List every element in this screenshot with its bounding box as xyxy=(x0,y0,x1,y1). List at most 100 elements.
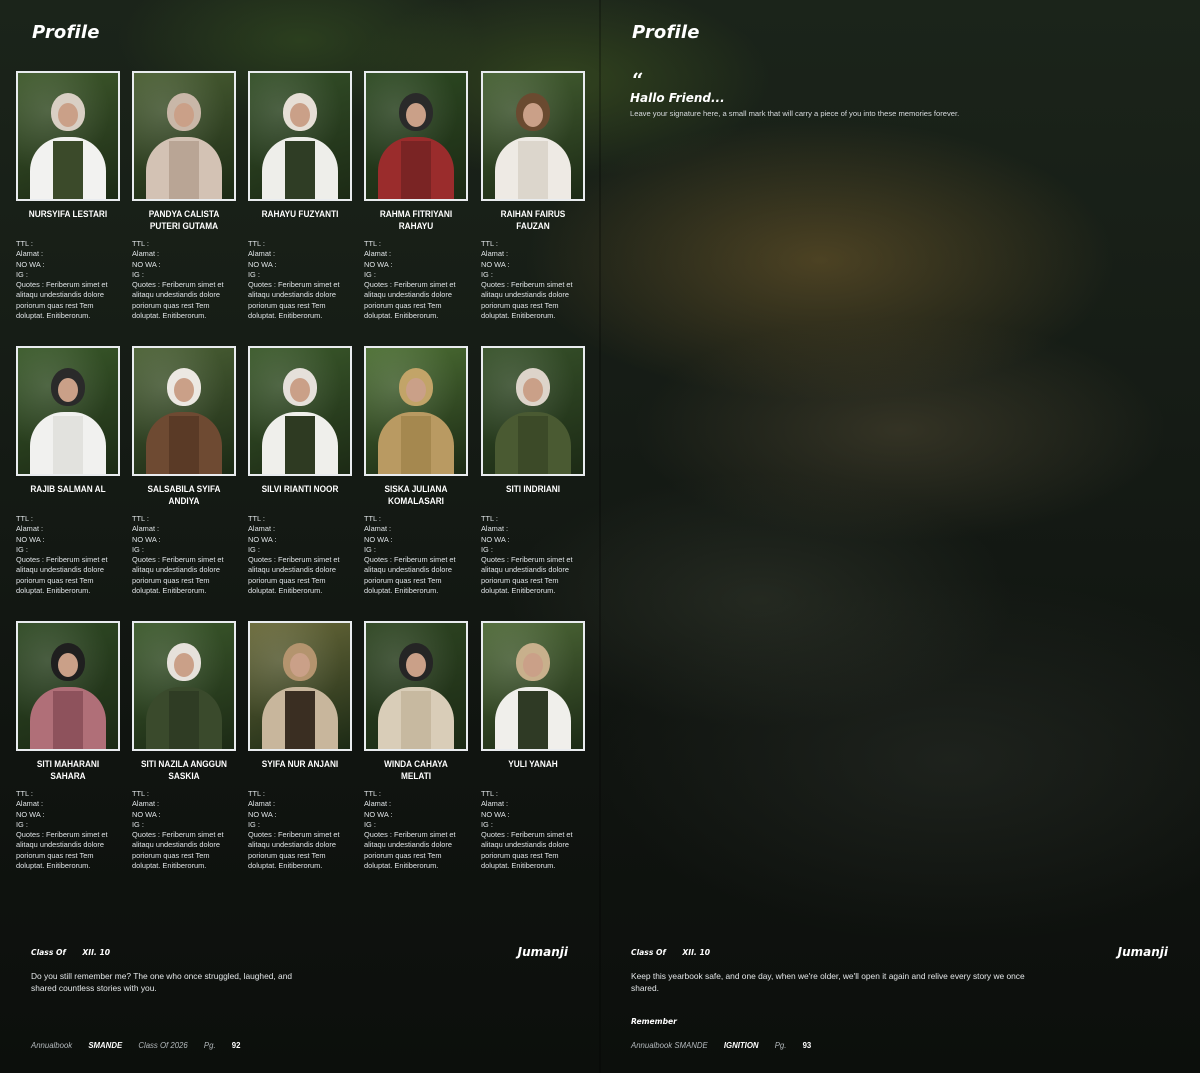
profile-photo xyxy=(132,71,236,201)
photo-figure-vest xyxy=(169,141,199,199)
field-no-wa: NO WA : xyxy=(132,534,161,544)
student-info: TTL : Alamat : NO WA : IG : Quotes : Feriber… xyxy=(481,789,585,871)
field-ig: IG : xyxy=(16,819,28,829)
field-no-wa: NO WA : xyxy=(16,809,45,819)
profile-card: SILVI RIANTI NOOR TTL : Alamat : NO WA : IG … xyxy=(248,346,352,596)
student-info: TTL : Alamat : NO WA : IG : Quotes : Feriber… xyxy=(132,514,236,596)
photo-figure-vest xyxy=(53,416,83,474)
field-quotes: Quotes : Feriberum simet et alitaqu unde… xyxy=(248,555,340,596)
profile-photo xyxy=(16,346,120,476)
profile-photo xyxy=(16,621,120,751)
profile-card: RAIHAN FAIRUS FAUZAN TTL : Alamat : NO WA :… xyxy=(481,71,585,321)
photo-figure-face xyxy=(290,653,310,677)
field-alamat: Alamat : xyxy=(248,799,276,809)
photo-figure-face xyxy=(58,653,78,677)
field-ig: IG : xyxy=(16,544,28,554)
field-ig: IG : xyxy=(248,269,260,279)
profile-photo xyxy=(16,71,120,201)
field-quotes: Quotes : Feriberum simet et alitaqu unde… xyxy=(248,830,340,871)
field-ttl: TTL : xyxy=(248,789,265,798)
field-ig: IG : xyxy=(481,544,493,554)
student-info: TTL : Alamat : NO WA : IG : Quotes : Feriber… xyxy=(132,239,236,321)
student-name: PANDYA CALISTA PUTERI GUTAMA xyxy=(148,209,220,232)
page-meta: Annualbook SMANDE IGNITION Pg. 93 xyxy=(631,1041,825,1050)
field-ttl: TTL : xyxy=(364,789,381,798)
profile-card: RAJIB SALMAN AL TTL : Alamat : NO WA : IG :Q… xyxy=(16,346,120,596)
photo-figure-vest xyxy=(53,691,83,749)
student-name: SALSABILA SYIFA ANDIYA xyxy=(147,484,221,507)
brand-title: Jumanji xyxy=(517,945,568,959)
field-ttl: TTL : xyxy=(132,514,149,523)
photo-figure-vest xyxy=(169,691,199,749)
field-ig: IG : xyxy=(248,544,260,554)
field-quotes: Quotes : Feriberum simet et alitaqu unde… xyxy=(248,280,340,321)
field-quotes: Quotes : Feriberum simet et alitaqu unde… xyxy=(132,830,224,871)
page-title: Profile xyxy=(632,22,700,43)
field-quotes: Quotes : Feriberum simet et alitaqu unde… xyxy=(481,555,573,596)
field-ttl: TTL : xyxy=(248,239,265,248)
field-quotes: Quotes : Feriberum simet et alitaqu unde… xyxy=(16,830,108,871)
field-alamat: Alamat : xyxy=(248,524,276,534)
photo-figure-vest xyxy=(285,416,315,474)
photo-figure-face xyxy=(174,378,194,402)
profile-card: SYIFA NUR ANJANI TTL : Alamat : NO WA : IG :… xyxy=(248,621,352,871)
profile-card: SISKA JULIANA KOMALASARI TTL : Alamat : NO … xyxy=(364,346,468,596)
field-no-wa: NO WA : xyxy=(248,534,277,544)
field-quotes: Quotes : Feriberum simet et alitaqu unde… xyxy=(132,280,224,321)
student-info: TTL : Alamat : NO WA : IG : Quotes : Feriber… xyxy=(481,239,585,321)
ignition-label: IGNITION xyxy=(723,1041,759,1050)
student-name: RAIHAN FAIRUS FAUZAN xyxy=(500,209,566,232)
photo-figure-face xyxy=(523,653,543,677)
class-info: Class Of XII. 10 xyxy=(31,948,110,957)
student-info: TTL : Alamat : NO WA : IG : Quotes : Feriber… xyxy=(16,239,120,321)
student-name: NURSYIFA LESTARI xyxy=(28,209,108,220)
field-ttl: TTL : xyxy=(132,239,149,248)
field-alamat: Alamat : xyxy=(132,249,160,259)
student-name: SILVI RIANTI NOOR xyxy=(261,484,339,495)
student-name: SITI INDRIANI xyxy=(505,484,561,495)
student-name: SITI MAHARANI SAHARA xyxy=(36,759,100,782)
profile-photo xyxy=(248,71,352,201)
field-ttl: TTL : xyxy=(16,239,33,248)
field-ig: IG : xyxy=(132,819,144,829)
photo-figure-face xyxy=(290,378,310,402)
field-ttl: TTL : xyxy=(16,514,33,523)
field-alamat: Alamat : xyxy=(132,524,160,534)
class-value: XII. 10 xyxy=(82,948,111,957)
page-number: 92 xyxy=(231,1041,241,1050)
student-info: TTL : Alamat : NO WA : IG : Quotes : Feriber… xyxy=(248,239,352,321)
field-ttl: TTL : xyxy=(16,789,33,798)
photo-figure-vest xyxy=(518,416,548,474)
photo-figure-vest xyxy=(518,691,548,749)
student-info: TTL : Alamat : NO WA : IG : Quotes : Feriber… xyxy=(132,789,236,871)
profile-photo xyxy=(132,346,236,476)
student-info: TTL : Alamat : NO WA : IG : Quotes : Feriber… xyxy=(16,789,120,871)
profile-card: WINDA CAHAYA MELATI TTL : Alamat : NO WA :I… xyxy=(364,621,468,871)
field-ttl: TTL : xyxy=(364,514,381,523)
footer-paragraph: Do you still remember me? The one who on… xyxy=(31,971,293,994)
field-no-wa: NO WA : xyxy=(16,534,45,544)
field-ig: IG : xyxy=(132,544,144,554)
field-no-wa: NO WA : xyxy=(132,259,161,269)
student-info: TTL : Alamat : NO WA : IG : Quotes : Feriber… xyxy=(481,514,585,596)
photo-figure-vest xyxy=(401,141,431,199)
photo-figure-face xyxy=(174,653,194,677)
photo-figure-vest xyxy=(285,691,315,749)
profile-photo xyxy=(481,346,585,476)
right-page: Profile “ Hallo Friend... Leave your sig… xyxy=(600,0,1200,1073)
field-ig: IG : xyxy=(248,819,260,829)
student-info: TTL : Alamat : NO WA : IG : Quotes : Feriber… xyxy=(16,514,120,596)
student-name: SYIFA NUR ANJANI xyxy=(261,759,339,770)
quote-icon: “ xyxy=(632,68,644,92)
photo-figure-vest xyxy=(285,141,315,199)
photo-figure-face xyxy=(174,103,194,127)
field-quotes: Quotes : Feriberum simet et alitaqu unde… xyxy=(364,555,456,596)
field-quotes: Quotes : Feriberum simet et alitaqu unde… xyxy=(16,280,108,321)
student-info: TTL : Alamat : NO WA : IG : Quotes : Feriber… xyxy=(364,514,468,596)
profile-photo xyxy=(364,346,468,476)
field-no-wa: NO WA : xyxy=(248,809,277,819)
field-alamat: Alamat : xyxy=(16,249,44,259)
profile-photo xyxy=(364,621,468,751)
photo-figure-vest xyxy=(169,416,199,474)
student-name: SITI NAZILA ANGGUN SASKIA xyxy=(140,759,228,782)
